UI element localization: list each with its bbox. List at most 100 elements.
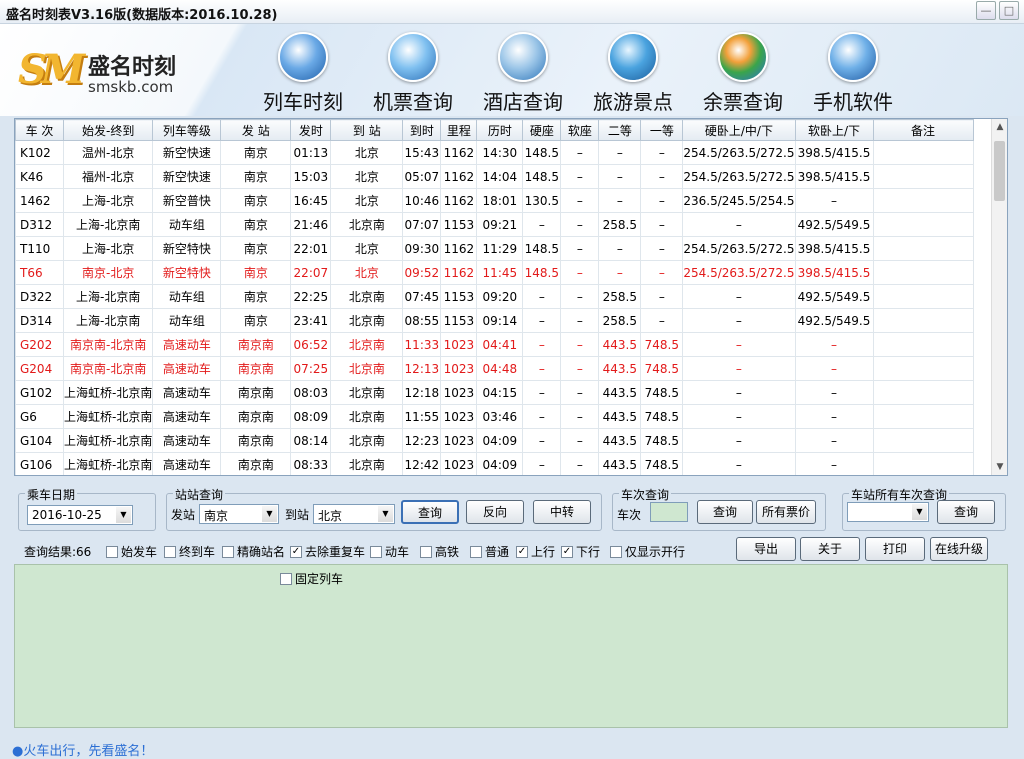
table-row[interactable]: T110 上海-北京 新空特快 南京 22:01 北京 09:30 1162 11:29 148.… bbox=[15, 236, 974, 261]
nav-6[interactable]: 手机软件 bbox=[798, 32, 908, 114]
filter-checkbox[interactable]: ✓ 上行 bbox=[516, 543, 555, 560]
table-row[interactable]: G106 上海虹桥-北京南 高速动车 南京南 08:33 北京南 12:42 1023 04:0… bbox=[15, 452, 974, 475]
table-row[interactable]: G202 南京南-北京南 高速动车 南京南 06:52 北京南 11:33 1023 04:41… bbox=[15, 332, 974, 357]
windows-icon[interactable] bbox=[718, 32, 768, 82]
to-station-select[interactable]: 北京 ▼ bbox=[313, 504, 395, 524]
nav-label[interactable]: 机票查询 bbox=[358, 86, 468, 115]
chevron-down-icon[interactable]: ▼ bbox=[262, 506, 277, 522]
checkbox-box[interactable] bbox=[370, 545, 382, 558]
checkbox-box[interactable] bbox=[470, 545, 482, 558]
filter-checkbox[interactable]: ✓ 下行 bbox=[561, 543, 600, 560]
filter-checkbox[interactable]: 高铁 bbox=[420, 543, 459, 560]
globe-icon[interactable] bbox=[608, 32, 658, 82]
column-header[interactable]: 一等 bbox=[640, 119, 684, 141]
print-button[interactable]: 打印 bbox=[865, 537, 925, 561]
column-header[interactable]: 硬卧上/中/下 bbox=[682, 119, 796, 141]
online-upgrade-button[interactable]: 在线升级 bbox=[930, 537, 988, 561]
scroll-down-icon[interactable]: ▼ bbox=[992, 459, 1007, 475]
station-select[interactable]: ▼ bbox=[847, 502, 929, 522]
nav-label[interactable]: 手机软件 bbox=[798, 86, 908, 115]
filter-checkbox[interactable]: 动车 bbox=[370, 543, 409, 560]
column-header[interactable]: 车 次 bbox=[15, 119, 64, 141]
checkbox-box[interactable] bbox=[610, 545, 622, 558]
table-row[interactable]: K46 福州-北京 新空快速 南京 15:03 北京 05:07 1162 14:04 148.5… bbox=[15, 164, 974, 189]
plane-icon[interactable] bbox=[388, 32, 438, 82]
filter-checkbox[interactable]: 终到车 bbox=[164, 543, 215, 560]
checkmark-icon[interactable]: ✓ bbox=[290, 545, 302, 558]
column-header[interactable]: 始发-终到 bbox=[62, 119, 154, 141]
all-trains-query-button[interactable]: 查询 bbox=[937, 500, 995, 524]
filter-checkbox[interactable]: 普通 bbox=[470, 543, 509, 560]
nav-label[interactable]: 旅游景点 bbox=[578, 86, 688, 115]
nav-2[interactable]: 机票查询 bbox=[358, 32, 468, 114]
maximize-button[interactable]: □ bbox=[999, 1, 1019, 20]
table-row[interactable]: G204 南京南-北京南 高速动车 南京南 07:25 北京南 12:13 1023 04:48… bbox=[15, 356, 974, 381]
transfer-button[interactable]: 中转 bbox=[533, 500, 591, 524]
station-query-button[interactable]: 查询 bbox=[401, 500, 459, 524]
column-header[interactable]: 到时 bbox=[402, 119, 442, 141]
scroll-thumb[interactable] bbox=[994, 141, 1005, 201]
timetable-grid[interactable]: 车 次始发-终到 列车等级发 站发时到 站到时 里程 历时 硬座 软座 二等 一等 硬卧上/中/… bbox=[14, 118, 1008, 476]
checkbox-box[interactable] bbox=[420, 545, 432, 558]
chevron-down-icon[interactable]: ▼ bbox=[116, 507, 131, 523]
table-cell: 南京 bbox=[220, 308, 292, 333]
table-row[interactable]: G102 上海虹桥-北京南 高速动车 南京南 08:03 北京南 12:18 1023 04:1… bbox=[15, 380, 974, 405]
filter-checkbox[interactable]: 仅显示开行 bbox=[610, 543, 685, 560]
fixed-train-checkbox[interactable]: 固定列车 bbox=[280, 570, 343, 587]
column-header[interactable]: 硬座 bbox=[522, 119, 562, 141]
export-button[interactable]: 导出 bbox=[736, 537, 796, 561]
filter-checkbox[interactable]: ✓ 去除重复车 bbox=[290, 543, 365, 560]
table-row[interactable]: T66 南京-北京 新空特快 南京 22:07 北京 09:52 1162 11:45 148.5… bbox=[15, 260, 974, 285]
column-header[interactable]: 二等 bbox=[598, 119, 642, 141]
nav-5[interactable]: 余票查询 bbox=[688, 32, 798, 114]
table-row[interactable]: K102 温州-北京 新空快速 南京 01:13 北京 15:43 1162 14:30 148.… bbox=[15, 140, 974, 165]
all-prices-button[interactable]: 所有票价 bbox=[756, 500, 816, 524]
nav-1[interactable]: 列车时刻 bbox=[248, 32, 358, 114]
table-row[interactable]: 1462 上海-北京 新空普快 南京 16:45 北京 10:46 1162 18:01 130.… bbox=[15, 188, 974, 213]
column-header[interactable]: 发 站 bbox=[220, 119, 292, 141]
from-station-select[interactable]: 南京 ▼ bbox=[199, 504, 279, 524]
column-header[interactable]: 软卧上/下 bbox=[794, 119, 874, 141]
nav-label[interactable]: 余票查询 bbox=[688, 86, 798, 115]
train-icon[interactable] bbox=[278, 32, 328, 82]
checkbox-box[interactable] bbox=[164, 545, 176, 558]
checkbox-box[interactable] bbox=[222, 545, 234, 558]
train-query-button[interactable]: 查询 bbox=[697, 500, 753, 524]
table-row[interactable]: D314 上海-北京南 动车组 南京 23:41 北京南 08:55 1153 09:14– –2… bbox=[15, 308, 974, 333]
checkmark-icon[interactable]: ✓ bbox=[561, 545, 573, 558]
train-number-input[interactable] bbox=[650, 502, 688, 522]
chevron-down-icon[interactable]: ▼ bbox=[912, 504, 927, 520]
checkbox-box[interactable] bbox=[106, 545, 118, 558]
column-header[interactable]: 列车等级 bbox=[152, 119, 222, 141]
vertical-scrollbar[interactable]: ▲ ▼ bbox=[991, 119, 1007, 475]
checkbox-box[interactable] bbox=[280, 572, 292, 585]
date-picker[interactable]: 2016-10-25 ▼ bbox=[27, 505, 133, 525]
nav-4[interactable]: 旅游景点 bbox=[578, 32, 688, 114]
reverse-button[interactable]: 反向 bbox=[466, 500, 524, 524]
column-header[interactable]: 到 站 bbox=[330, 119, 404, 141]
nav-label[interactable]: 列车时刻 bbox=[248, 86, 358, 115]
hotel-icon[interactable] bbox=[498, 32, 548, 82]
table-row[interactable]: D312 上海-北京南 动车组 南京 21:46 北京南 07:07 1153 09:21– –2… bbox=[15, 212, 974, 237]
filter-checkbox[interactable]: 始发车 bbox=[106, 543, 157, 560]
minimize-button[interactable]: — bbox=[976, 1, 996, 20]
checkmark-icon[interactable]: ✓ bbox=[516, 545, 528, 558]
column-header[interactable]: 发时 bbox=[290, 119, 332, 141]
filter-checkbox[interactable]: 精确站名 bbox=[222, 543, 285, 560]
table-row[interactable]: G104 上海虹桥-北京南 高速动车 南京南 08:14 北京南 12:23 1023 04:0… bbox=[15, 428, 974, 453]
chevron-down-icon[interactable]: ▼ bbox=[378, 506, 393, 522]
filter-label: 始发车 bbox=[121, 545, 158, 559]
column-header[interactable]: 备注 bbox=[872, 119, 974, 141]
column-header[interactable]: 历时 bbox=[476, 119, 524, 141]
java-icon[interactable] bbox=[828, 32, 878, 82]
table-cell: – bbox=[560, 308, 600, 333]
column-header[interactable]: 里程 bbox=[440, 119, 478, 141]
table-row[interactable]: D322 上海-北京南 动车组 南京 22:25 北京南 07:45 1153 09:20– –2… bbox=[15, 284, 974, 309]
nav-label[interactable]: 酒店查询 bbox=[468, 86, 578, 115]
nav-3[interactable]: 酒店查询 bbox=[468, 32, 578, 114]
scroll-up-icon[interactable]: ▲ bbox=[992, 119, 1007, 135]
table-row[interactable]: G6 上海虹桥-北京南 高速动车 南京南 08:09 北京南 11:55 1023 03:46–… bbox=[15, 404, 974, 429]
about-button[interactable]: 关于 bbox=[800, 537, 860, 561]
table-cell: 动车组 bbox=[152, 308, 222, 333]
column-header[interactable]: 软座 bbox=[560, 119, 600, 141]
